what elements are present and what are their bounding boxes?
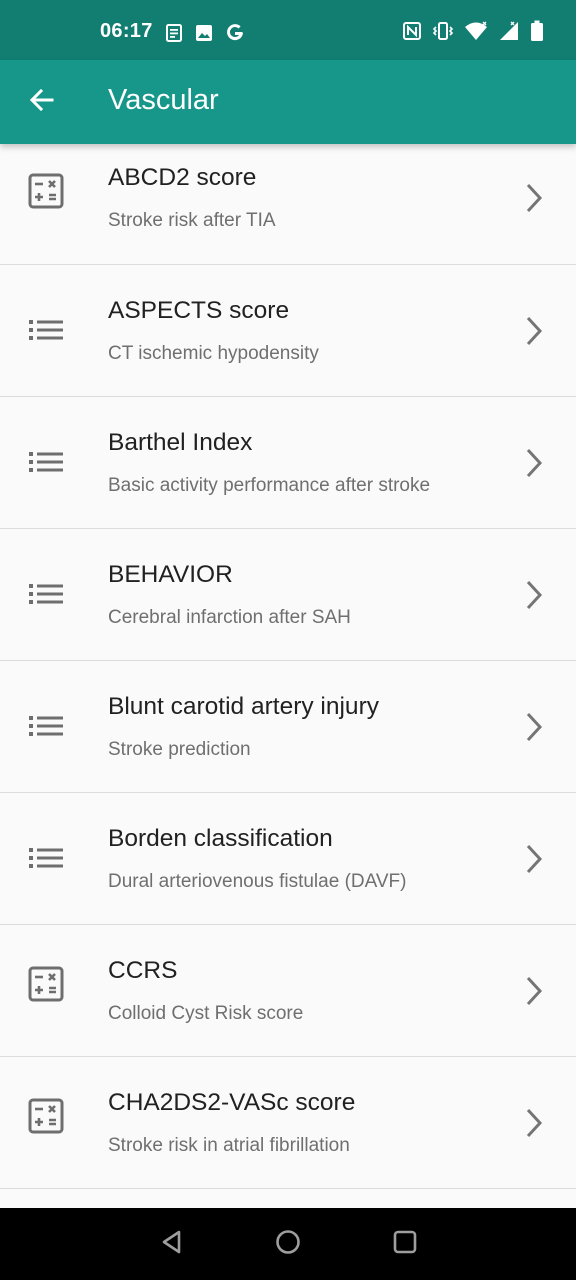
- calculator-icon: [26, 964, 66, 1004]
- chevron-right-icon: [518, 445, 550, 481]
- chevron-right-icon: [518, 313, 550, 349]
- chevron-right-icon: [518, 1105, 550, 1141]
- list-icon: [26, 310, 66, 350]
- recents-square-icon: [391, 1228, 419, 1261]
- chevron-right-icon: [518, 841, 550, 877]
- calculator-icon: [26, 1096, 66, 1136]
- list-item-blunt-carotid-artery-injury[interactable]: Blunt carotid artery injury Stroke predi…: [0, 661, 576, 793]
- list-icon: [26, 838, 66, 878]
- list-item-borden-classification[interactable]: Borden classification Dural arteriovenou…: [0, 793, 576, 925]
- list-item-cha2ds2-vasc-score[interactable]: CHA2DS2-VASc score Stroke risk in atrial…: [0, 1057, 576, 1189]
- item-subtitle: Basic activity performance after stroke: [108, 475, 431, 496]
- nav-recents-button[interactable]: [387, 1226, 423, 1262]
- item-title: Borden classification: [108, 825, 333, 852]
- app-bar: Vascular: [0, 60, 576, 144]
- list-item-abcd2-score[interactable]: ABCD2 score Stroke risk after TIA: [0, 144, 576, 265]
- chevron-right-icon: [518, 577, 550, 613]
- status-right-icons: [402, 20, 544, 47]
- item-subtitle: CT ischemic hypodensity: [108, 343, 319, 364]
- item-title: CCRS: [108, 957, 178, 984]
- item-title: ASPECTS score: [108, 297, 290, 324]
- item-subtitle: Stroke risk in atrial fibrillation: [108, 1135, 350, 1156]
- battery-icon: [530, 20, 544, 47]
- google-icon: [224, 22, 246, 49]
- back-triangle-icon: [158, 1228, 186, 1261]
- page-title: Vascular: [108, 84, 219, 116]
- list-item-ccrs[interactable]: CCRS Colloid Cyst Risk score: [0, 925, 576, 1057]
- list-item-barthel-index[interactable]: Barthel Index Basic activity performance…: [0, 397, 576, 529]
- chevron-right-icon: [518, 973, 550, 1009]
- wifi-icon: [464, 20, 488, 47]
- image-icon: [194, 23, 214, 48]
- status-bar: 06:17: [0, 0, 576, 60]
- chevron-right-icon: [518, 180, 550, 216]
- scale-list: ABCD2 score Stroke risk after TIA ASPECT…: [0, 144, 576, 1189]
- item-subtitle: Stroke risk after TIA: [108, 210, 276, 231]
- item-title: ABCD2 score: [108, 164, 257, 191]
- list-icon: [26, 442, 66, 482]
- item-title: BEHAVIOR: [108, 561, 233, 588]
- list-icon: [26, 574, 66, 614]
- item-subtitle: Dural arteriovenous fistulae (DAVF): [108, 871, 407, 892]
- item-title: Barthel Index: [108, 429, 253, 456]
- back-button[interactable]: [18, 80, 66, 124]
- home-circle-icon: [274, 1228, 302, 1261]
- signal-icon: [498, 20, 520, 47]
- status-left-icons: [164, 22, 246, 49]
- list-item-aspects-score[interactable]: ASPECTS score CT ischemic hypodensity: [0, 265, 576, 397]
- item-subtitle: Stroke prediction: [108, 739, 251, 760]
- nfc-icon: [402, 21, 422, 46]
- chevron-right-icon: [518, 709, 550, 745]
- arrow-left-icon: [28, 86, 56, 119]
- item-subtitle: Cerebral infarction after SAH: [108, 607, 351, 628]
- nav-back-button[interactable]: [154, 1226, 190, 1262]
- list-item-behavior[interactable]: BEHAVIOR Cerebral infarction after SAH: [0, 529, 576, 661]
- item-title: CHA2DS2-VASc score: [108, 1089, 356, 1116]
- vibrate-icon: [432, 20, 454, 47]
- screen: 06:17 Vascular ABCD2 score Stroke risk a…: [0, 0, 576, 1280]
- status-time: 06:17: [100, 20, 153, 42]
- calculator-icon: [26, 171, 66, 211]
- system-nav-bar: [0, 1208, 576, 1280]
- nav-home-button[interactable]: [270, 1226, 306, 1262]
- item-title: Blunt carotid artery injury: [108, 693, 379, 720]
- item-subtitle: Colloid Cyst Risk score: [108, 1003, 304, 1024]
- list-icon: [26, 706, 66, 746]
- news-icon: [164, 23, 184, 48]
